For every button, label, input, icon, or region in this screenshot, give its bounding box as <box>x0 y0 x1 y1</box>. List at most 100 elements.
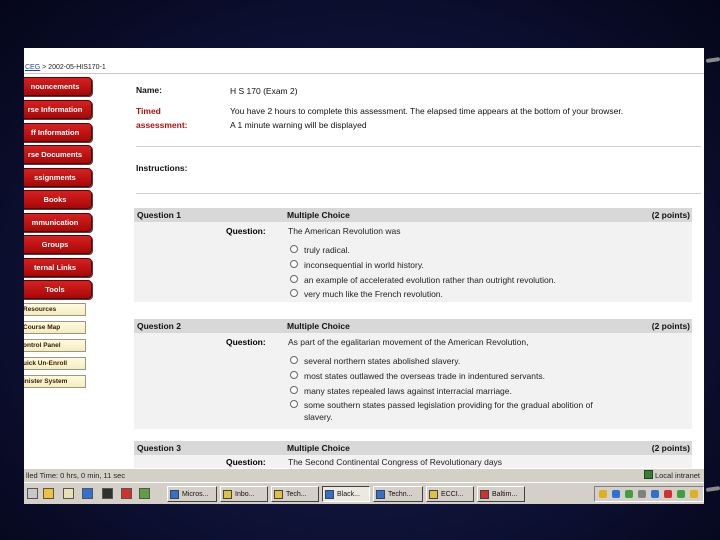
instructions-label: Instructions: <box>136 163 188 173</box>
question-3-points: (2 points) <box>651 443 690 453</box>
question-1-option[interactable]: an example of accelerated evolution rath… <box>290 274 650 286</box>
taskbar-item[interactable]: ECCI... <box>426 486 474 502</box>
tray-icon[interactable] <box>599 490 607 498</box>
divider <box>136 193 701 194</box>
tray-icon[interactable] <box>690 490 698 498</box>
breadcrumb-separator: > <box>42 64 47 71</box>
question-3-text: The Second Continental Congress of Revol… <box>288 457 503 467</box>
question-3-body: Question: The Second Continental Congres… <box>134 455 692 468</box>
app-icon <box>376 489 385 499</box>
radio-button[interactable] <box>290 275 298 283</box>
tray-icon[interactable] <box>625 490 633 498</box>
nav-assignments-button[interactable]: ssignments <box>24 168 92 187</box>
tool-quick-unenroll-button[interactable]: uick Un-Enroll <box>24 357 86 370</box>
tool-course-map-button[interactable]: Course Map <box>24 321 86 334</box>
tool-administer-system-button[interactable]: inister System <box>24 375 86 388</box>
tool-resources-button[interactable]: Resources <box>24 303 86 316</box>
question-2-label: Question: <box>226 337 266 347</box>
question-1-option[interactable]: inconsequential in world history. <box>290 259 650 271</box>
nav-announcements-button[interactable]: nouncements <box>24 77 92 96</box>
app-icon <box>325 489 334 499</box>
tray-icon[interactable] <box>612 490 620 498</box>
timed-label: Timed <box>136 106 161 116</box>
question-2-title: Question 2 <box>137 321 181 331</box>
name-label: Name: <box>136 85 162 95</box>
question-1-points: (2 points) <box>651 210 690 220</box>
question-2-option[interactable]: most states outlawed the overseas trade … <box>290 370 650 382</box>
nav-external-links-button[interactable]: ternal Links <box>24 258 92 277</box>
app-icon <box>170 489 179 499</box>
assessment-content: Name: H S 170 (Exam 2) Timed assessment:… <box>134 48 704 468</box>
radio-button[interactable] <box>290 386 298 394</box>
question-1-option[interactable]: truly radical. <box>290 244 650 256</box>
timed-warning: A 1 minute warning will be displayed <box>230 120 367 130</box>
question-1-title: Question 1 <box>137 210 181 220</box>
nav-course-documents-button[interactable]: rse Documents <box>24 145 92 164</box>
app-icon <box>429 489 438 499</box>
nav-staff-information-button[interactable]: ff Information <box>24 123 92 142</box>
desktop-icon[interactable] <box>27 488 38 499</box>
decorative-stroke-top-right <box>705 57 720 63</box>
browser-screen: CEG > 2002-05-HIS170-1 nouncements rse I… <box>24 48 704 504</box>
question-1-header: Question 1 Multiple Choice (2 points) <box>134 208 692 222</box>
explorer-icon[interactable] <box>43 488 54 499</box>
radio-button[interactable] <box>290 400 298 408</box>
question-2-header: Question 2 Multiple Choice (2 points) <box>134 319 692 333</box>
question-2-type: Multiple Choice <box>287 321 350 331</box>
elapsed-time: lled Time: 0 hrs, 0 min, 11 sec <box>26 471 126 480</box>
question-2-text: As part of the egalitarian movement of t… <box>288 337 529 347</box>
breadcrumb-course-link[interactable]: CEG <box>25 64 40 71</box>
taskbar-item-active[interactable]: Black... <box>322 486 370 502</box>
question-1-text: The American Revolution was <box>288 226 401 236</box>
quick-launch-icon[interactable] <box>121 488 132 499</box>
question-3-label: Question: <box>226 457 266 467</box>
question-2-body: Question: As part of the egalitarian mov… <box>134 333 692 429</box>
security-zone: Local intranet <box>643 469 700 482</box>
question-1-label: Question: <box>226 226 266 236</box>
taskbar-item[interactable]: Tech... <box>271 486 319 502</box>
system-tray <box>594 486 704 502</box>
decorative-stroke-bottom-right <box>705 486 720 492</box>
tray-icon[interactable] <box>638 490 646 498</box>
question-2-option[interactable]: some southern states passed legislation … <box>290 399 620 423</box>
divider <box>136 146 701 147</box>
taskbar-item[interactable]: Baltim... <box>477 486 525 502</box>
radio-button[interactable] <box>290 260 298 268</box>
nav-groups-button[interactable]: Groups <box>24 235 92 254</box>
quick-launch-icon[interactable] <box>139 488 150 499</box>
tool-control-panel-button[interactable]: ontrol Panel <box>24 339 86 352</box>
notes-icon[interactable] <box>102 488 113 499</box>
question-1-body: Question: The American Revolution was tr… <box>134 222 692 302</box>
app-icon <box>480 489 489 499</box>
radio-button[interactable] <box>290 371 298 379</box>
quick-launch-icon[interactable] <box>63 488 74 499</box>
tray-icon[interactable] <box>664 490 672 498</box>
assessment-name: H S 170 (Exam 2) <box>230 86 298 96</box>
nav-course-information-button[interactable]: rse Information <box>24 100 92 119</box>
nav-books-button[interactable]: Books <box>24 190 92 209</box>
question-2-option[interactable]: many states repealed laws against interr… <box>290 385 650 397</box>
nav-communication-button[interactable]: mmunication <box>24 213 92 232</box>
app-icon <box>274 489 283 499</box>
radio-button[interactable] <box>290 356 298 364</box>
question-2-option[interactable]: several northern states abolished slaver… <box>290 355 650 367</box>
browser-status-bar: lled Time: 0 hrs, 0 min, 11 sec Local in… <box>24 468 704 482</box>
timed-description: You have 2 hours to complete this assess… <box>230 106 624 116</box>
tray-icon[interactable] <box>677 490 685 498</box>
question-3-header: Question 3 Multiple Choice (2 points) <box>134 441 692 455</box>
question-1-option[interactable]: very much like the French revolution. <box>290 288 650 300</box>
breadcrumb-course-id: 2002-05-HIS170-1 <box>48 64 106 71</box>
question-1-type: Multiple Choice <box>287 210 350 220</box>
internet-explorer-icon[interactable] <box>82 488 93 499</box>
timed-assessment-label: assessment: <box>136 120 188 130</box>
taskbar-item[interactable]: Inbo... <box>220 486 268 502</box>
radio-button[interactable] <box>290 245 298 253</box>
taskbar-item[interactable]: Techn... <box>373 486 423 502</box>
tray-icon[interactable] <box>651 490 659 498</box>
nav-tools-button[interactable]: Tools <box>24 280 92 299</box>
intranet-icon <box>643 470 653 479</box>
radio-button[interactable] <box>290 289 298 297</box>
question-2-points: (2 points) <box>651 321 690 331</box>
taskbar-item[interactable]: Micros... <box>167 486 217 502</box>
question-3-title: Question 3 <box>137 443 181 453</box>
